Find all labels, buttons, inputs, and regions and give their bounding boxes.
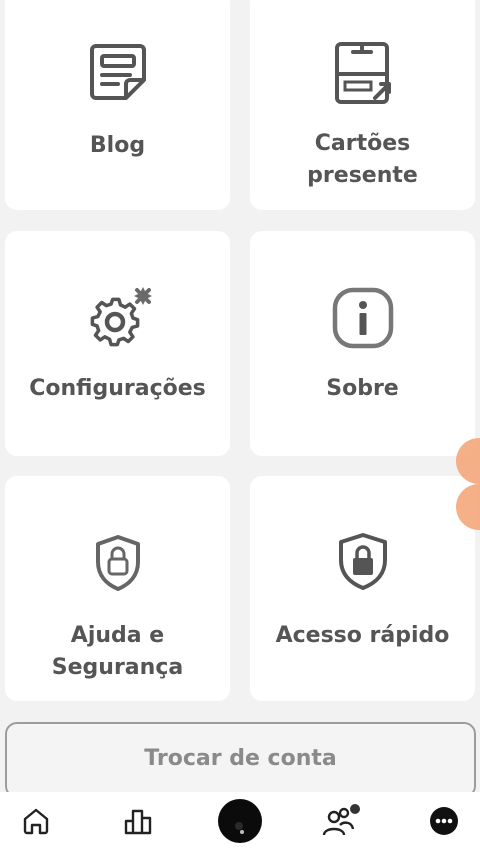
info-icon	[331, 286, 395, 354]
shield-lock-filled-icon	[336, 532, 390, 596]
switch-account-button[interactable]: Trocar de conta	[5, 722, 476, 798]
card-label: Acesso rápido	[275, 623, 450, 648]
people-icon	[322, 803, 362, 843]
more-icon	[429, 806, 459, 840]
nav-friends[interactable]	[318, 792, 366, 854]
card-quick-access[interactable]: Acesso rápido	[250, 476, 475, 701]
nav-home[interactable]	[12, 792, 60, 854]
card-help-security[interactable]: Ajuda e Segurança	[5, 476, 230, 701]
card-about[interactable]: Sobre	[250, 231, 475, 456]
card-label: Ajuda e Segurança	[51, 623, 184, 680]
nav-stats[interactable]	[114, 792, 162, 854]
home-icon	[21, 806, 51, 840]
nav-profile[interactable]	[216, 792, 264, 854]
card-label: Blog	[89, 133, 146, 158]
card-label: Cartões presente	[307, 131, 418, 188]
settings-gear-icon	[89, 286, 157, 354]
blog-document-icon	[86, 40, 150, 108]
card-blog[interactable]: Blog	[5, 0, 230, 210]
switch-account-label: Trocar de conta	[144, 746, 337, 771]
bottom-nav	[0, 792, 480, 854]
shield-lock-icon	[93, 534, 143, 596]
nav-more[interactable]	[420, 792, 468, 854]
avatar	[217, 798, 263, 848]
bar-chart-icon	[123, 806, 153, 840]
gift-card-icon	[331, 38, 395, 110]
card-label: Sobre	[326, 376, 399, 401]
card-settings[interactable]: Configurações	[5, 231, 230, 456]
card-gift-cards[interactable]: Cartões presente	[250, 0, 475, 210]
card-label: Configurações	[29, 376, 206, 401]
